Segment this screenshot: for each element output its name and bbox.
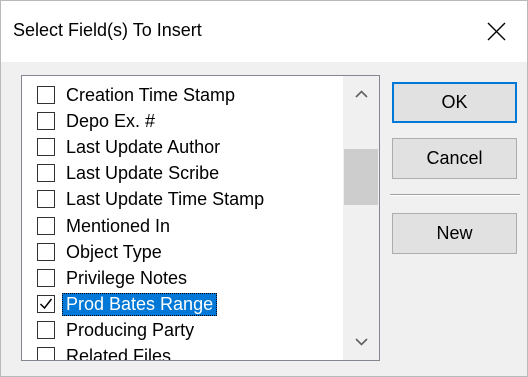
list-item[interactable]: Last Update Author — [22, 133, 342, 159]
item-checkbox[interactable] — [37, 242, 55, 261]
list-item[interactable]: Last Update Scribe — [22, 159, 342, 185]
dialog-title: Select Field(s) To Insert — [13, 20, 202, 40]
item-label: Depo Ex. # — [66, 111, 156, 132]
item-checkbox[interactable] — [37, 86, 55, 104]
list-item[interactable]: Privilege Notes — [22, 264, 342, 290]
item-label: Last Update Scribe — [66, 163, 220, 184]
vertical-scrollbar[interactable] — [343, 76, 379, 360]
chevron-up-icon — [355, 90, 368, 98]
close-button[interactable] — [467, 1, 527, 62]
list-item[interactable]: Object Type — [22, 238, 342, 264]
item-label: Last Update Time Stamp — [66, 189, 265, 210]
list-item[interactable]: Related Files — [22, 342, 342, 361]
ok-button[interactable]: OK — [392, 82, 517, 123]
item-checkbox[interactable] — [37, 216, 55, 235]
item-label: Mentioned In — [66, 215, 171, 236]
list-item[interactable]: Last Update Time Stamp — [22, 185, 342, 211]
item-label: Related Files — [66, 346, 172, 361]
item-label: Producing Party — [66, 319, 195, 340]
item-checkbox[interactable] — [37, 268, 55, 287]
new-button[interactable]: New — [392, 213, 517, 254]
button-separator — [390, 194, 520, 196]
scroll-up-button[interactable] — [343, 76, 379, 112]
field-checklist[interactable]: Creation Time Stamp Depo Ex. # Last Update… — [21, 75, 380, 361]
select-fields-dialog: Select Field(s) To Insert Creation Time … — [0, 0, 528, 377]
scroll-down-button[interactable] — [343, 324, 379, 360]
checkmark-icon — [39, 298, 53, 309]
item-checkbox[interactable] — [37, 294, 55, 313]
item-checkbox[interactable] — [37, 190, 55, 209]
cancel-button[interactable]: Cancel — [392, 138, 517, 179]
item-label: Privilege Notes — [66, 267, 188, 288]
list-item[interactable]: Creation Time Stamp — [22, 81, 342, 107]
item-checkbox[interactable] — [37, 112, 55, 131]
title-bar: Select Field(s) To Insert — [1, 1, 527, 62]
item-label: Object Type — [66, 241, 162, 262]
item-label: Last Update Author — [66, 137, 221, 158]
item-checkbox[interactable] — [37, 138, 55, 157]
list-item[interactable]: Mentioned In — [22, 212, 342, 238]
item-label: Creation Time Stamp — [66, 85, 236, 105]
item-checkbox[interactable] — [37, 164, 55, 183]
list-item[interactable]: Prod Bates Range — [22, 290, 342, 316]
item-checkbox[interactable] — [37, 320, 55, 339]
list-item[interactable]: Depo Ex. # — [22, 107, 342, 133]
list-item[interactable]: Producing Party — [22, 316, 342, 342]
chevron-down-icon — [355, 338, 368, 346]
item-label: Prod Bates Range — [62, 292, 218, 316]
scroll-thumb[interactable] — [344, 149, 378, 205]
close-icon — [487, 22, 506, 41]
item-checkbox[interactable] — [37, 347, 55, 360]
